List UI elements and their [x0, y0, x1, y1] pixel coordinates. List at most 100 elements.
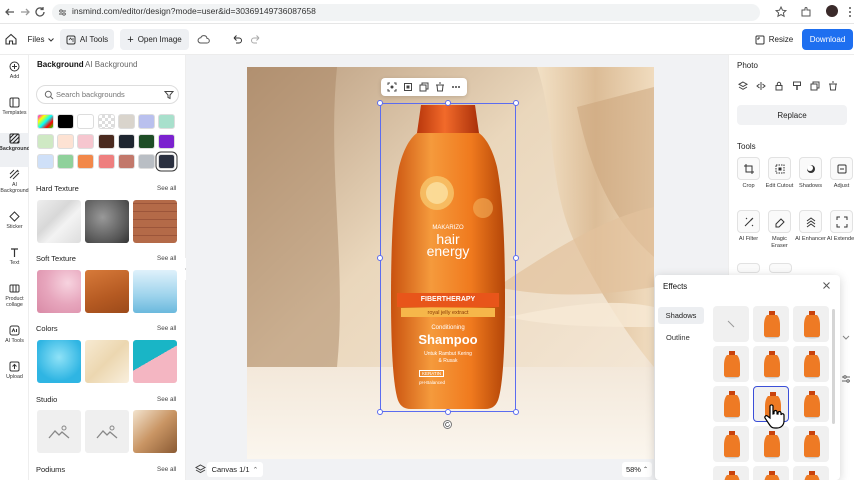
browser-menu-icon[interactable]: [843, 5, 854, 19]
rail-item-upload[interactable]: Upload: [0, 361, 29, 395]
color-swatch[interactable]: [158, 154, 176, 169]
search-input[interactable]: [56, 88, 156, 101]
rail-item-ai-tools[interactable]: AI Tools: [0, 325, 29, 359]
layers-icon[interactable]: [195, 464, 206, 475]
see-all-hard-texture[interactable]: See all: [157, 185, 176, 192]
thumb-cream[interactable]: [85, 340, 129, 383]
shadow-preset[interactable]: [713, 306, 749, 342]
thumb-orange-fabric[interactable]: [85, 270, 129, 313]
lock-icon[interactable]: [774, 81, 784, 91]
zoom-control[interactable]: 58% ⌃: [622, 462, 652, 477]
see-all-studio[interactable]: See all: [157, 396, 176, 403]
thumb-studio-1[interactable]: [37, 410, 81, 453]
color-swatch[interactable]: [97, 134, 115, 149]
color-swatch[interactable]: [77, 154, 95, 169]
thumb-teal-pink[interactable]: [133, 340, 177, 383]
reload-icon[interactable]: [33, 5, 47, 19]
resize-handle[interactable]: [513, 409, 519, 415]
color-swatch[interactable]: [37, 154, 54, 169]
scrollbar[interactable]: [832, 309, 835, 424]
filter-icon[interactable]: [164, 90, 174, 100]
tab-background[interactable]: Background: [37, 60, 84, 69]
bookmark-star-icon[interactable]: [774, 5, 788, 19]
trash-icon[interactable]: [435, 82, 445, 92]
redo-icon[interactable]: [250, 33, 263, 46]
shadow-preset[interactable]: [713, 466, 749, 480]
address-bar[interactable]: insmind.com/editor/design?mode=user&id=3…: [52, 4, 760, 21]
resize-button[interactable]: Resize: [754, 29, 794, 50]
see-all-colors[interactable]: See all: [157, 325, 176, 332]
thumb-wood[interactable]: [133, 200, 177, 243]
layer-icon[interactable]: [738, 81, 748, 91]
color-swatch[interactable]: [77, 134, 95, 149]
site-settings-icon[interactable]: [58, 8, 67, 17]
copy-icon[interactable]: [810, 81, 820, 91]
tool-ai-enhancer[interactable]: AI Enhancer: [795, 210, 826, 260]
shadow-preset[interactable]: [713, 426, 749, 462]
forward-icon[interactable]: [18, 5, 32, 19]
see-all-podiums[interactable]: See all: [157, 466, 176, 473]
undo-icon[interactable]: [230, 33, 243, 46]
shadow-preset[interactable]: [753, 466, 789, 480]
rail-item-templates[interactable]: Templates: [0, 97, 29, 131]
resize-handle[interactable]: [377, 100, 383, 106]
sliders-icon[interactable]: [839, 373, 853, 385]
color-swatch[interactable]: [37, 134, 54, 149]
thumb-cyan[interactable]: [37, 340, 81, 383]
color-swatch[interactable]: [97, 114, 115, 129]
rail-item-product-collage[interactable]: Product collage: [0, 283, 29, 317]
thumb-pink-silk[interactable]: [37, 270, 81, 313]
tool-crop[interactable]: Crop: [733, 157, 764, 207]
tool-partial-2[interactable]: [769, 263, 792, 273]
rotate-handle[interactable]: [443, 420, 452, 429]
thumb-water-splash[interactable]: [133, 270, 177, 313]
crop-frame-icon[interactable]: [403, 82, 413, 92]
tool-adjust[interactable]: Adjust: [826, 157, 854, 207]
color-swatch[interactable]: [117, 154, 135, 169]
thumb-concrete[interactable]: [85, 200, 129, 243]
tool-ai-extender[interactable]: AI Extender: [826, 210, 854, 260]
tab-outline[interactable]: Outline: [666, 333, 690, 342]
cloud-save-icon[interactable]: [197, 33, 210, 46]
extensions-icon[interactable]: [799, 5, 813, 19]
ai-scan-icon[interactable]: [387, 82, 397, 92]
shadow-preset[interactable]: [713, 346, 749, 382]
color-swatch[interactable]: [117, 114, 135, 129]
duplicate-icon[interactable]: [419, 82, 429, 92]
color-swatch[interactable]: [158, 134, 176, 149]
shadow-preset[interactable]: [753, 346, 789, 382]
tab-ai-background[interactable]: AI Background: [85, 60, 137, 69]
shadow-preset[interactable]: [753, 426, 789, 462]
profile-avatar[interactable]: [826, 5, 838, 17]
selection-box[interactable]: [380, 103, 516, 412]
shadow-preset[interactable]: [793, 426, 829, 462]
tool-shadows[interactable]: Shadows: [795, 157, 826, 207]
color-swatch[interactable]: [158, 114, 176, 129]
color-swatch[interactable]: [77, 114, 95, 129]
color-swatch[interactable]: [57, 134, 75, 149]
color-swatch[interactable]: [117, 134, 135, 149]
see-all-soft-texture[interactable]: See all: [157, 255, 176, 262]
ai-tools-button[interactable]: AI Tools: [60, 29, 114, 50]
tool-partial-1[interactable]: [737, 263, 760, 273]
thumb-studio-3[interactable]: [133, 410, 177, 453]
canvas-pager[interactable]: Canvas 1/1 ⌃: [207, 462, 263, 477]
shadow-preset[interactable]: [793, 386, 829, 422]
resize-handle[interactable]: [513, 255, 519, 261]
tool-magic-eraser[interactable]: Magic Eraser: [764, 210, 795, 260]
open-image-button[interactable]: + Open Image: [120, 29, 189, 50]
thumb-marble[interactable]: [37, 200, 81, 243]
shadow-preset[interactable]: [793, 466, 829, 480]
tool-ai-filter[interactable]: AI Filter: [733, 210, 764, 260]
home-icon[interactable]: [4, 32, 18, 46]
resize-handle[interactable]: [445, 100, 451, 106]
close-icon[interactable]: [822, 281, 831, 290]
search-box[interactable]: [36, 85, 179, 104]
resize-handle[interactable]: [513, 100, 519, 106]
back-icon[interactable]: [3, 5, 17, 19]
more-options-icon[interactable]: [451, 82, 461, 92]
shadow-preset[interactable]: [793, 346, 829, 382]
rail-item-sticker[interactable]: Sticker: [0, 211, 29, 245]
color-swatch[interactable]: [37, 114, 54, 129]
rail-item-background[interactable]: Background: [0, 133, 30, 167]
